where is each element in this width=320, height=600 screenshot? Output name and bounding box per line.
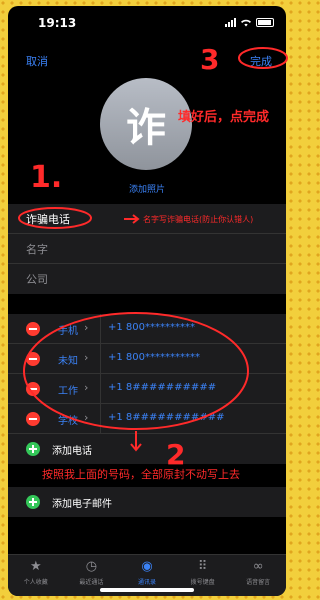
done-circle-annotation bbox=[238, 47, 288, 69]
copy-note-annotation: 按照我上面的号码，全部原封不动写上去 bbox=[42, 468, 240, 481]
step-3-annotation: 3 bbox=[200, 43, 220, 76]
arrow-annotation bbox=[124, 214, 140, 224]
step-1-annotation: 1. bbox=[30, 160, 63, 195]
name-circle-annotation bbox=[18, 207, 92, 229]
name-note-annotation: 名字写诈骗电话(防止你认错人) bbox=[143, 215, 254, 224]
annotation-overlay bbox=[18, 47, 288, 452]
numbers-circle-annotation bbox=[23, 312, 249, 430]
done-note-annotation: 填好后，点完成 bbox=[178, 110, 270, 125]
arrow-annotation bbox=[130, 431, 142, 452]
